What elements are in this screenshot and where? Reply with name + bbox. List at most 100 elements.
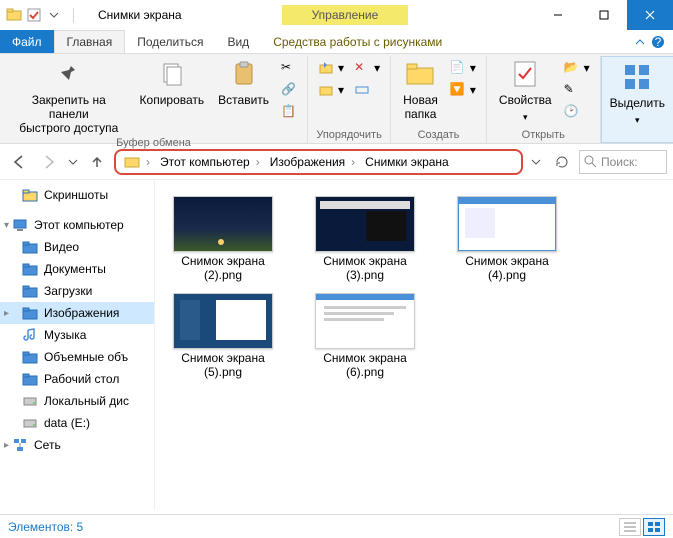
paste-button[interactable]: Вставить — [212, 56, 275, 110]
rename-button[interactable] — [350, 80, 384, 100]
ribbon-tab-picture-tools[interactable]: Средства работы с рисунками — [261, 30, 454, 53]
pin-label: Закрепить на панели быстрого доступа — [12, 94, 126, 135]
sidebar-item-8[interactable]: Рабочий стол — [0, 368, 154, 390]
nav-back-button[interactable] — [6, 149, 32, 175]
paste-shortcut-button[interactable]: 📋 — [277, 102, 301, 122]
expand-icon[interactable]: ▾ — [4, 220, 9, 231]
sidebar-item-0[interactable]: Скриншоты — [0, 184, 154, 206]
chevron-down-icon[interactable] — [46, 7, 62, 23]
sidebar-item-10[interactable]: data (E:) — [0, 412, 154, 434]
view-icons-button[interactable] — [643, 518, 665, 536]
window-title: Снимки экрана — [98, 8, 182, 22]
path-icon: 🔗 — [281, 82, 297, 98]
breadcrumb-root-icon[interactable]: › — [120, 154, 154, 170]
file-thumbnail — [173, 196, 273, 252]
file-name: Снимок экрана (6).png — [323, 351, 407, 380]
sidebar-item-9[interactable]: Локальный дис — [0, 390, 154, 412]
sidebar-item-label: Этот компьютер — [34, 218, 124, 232]
group-create: Новая папка 📄▾ 🔽▾ Создать — [391, 56, 487, 143]
minimize-button[interactable] — [535, 0, 581, 30]
sidebar-item-3[interactable]: Документы — [0, 258, 154, 280]
maximize-button[interactable] — [581, 0, 627, 30]
properties-label: Свойства — [499, 94, 552, 108]
easy-access-button[interactable]: 🔽▾ — [446, 80, 480, 100]
ribbon-tabs: Файл Главная Поделиться Вид Средства раб… — [0, 30, 673, 54]
sidebar: Скриншоты ▾ Этот компьютер ВидеоДокументы За… — [0, 180, 155, 510]
new-item-button[interactable]: 📄▾ — [446, 58, 480, 78]
sidebar-item-2[interactable]: Видео — [0, 236, 154, 258]
history-icon: 🕑 — [564, 104, 580, 120]
sidebar-item-7[interactable]: Объемные объ — [0, 346, 154, 368]
copy-label: Копировать — [140, 94, 205, 108]
close-button[interactable] — [627, 0, 673, 30]
divider-icon: │ — [66, 7, 82, 23]
nav-forward-button[interactable] — [36, 149, 62, 175]
file-thumbnail — [315, 196, 415, 252]
file-name: Снимок экрана (4).png — [465, 254, 549, 283]
group-open-label: Открыть — [522, 129, 565, 143]
quick-access-toolbar: │ — [0, 7, 88, 23]
sidebar-item-4[interactable]: Загрузки — [0, 280, 154, 302]
sidebar-item-label: Музыка — [44, 328, 86, 342]
history-button[interactable]: 🕑 — [560, 102, 594, 122]
refresh-button[interactable] — [549, 149, 575, 175]
file-item-2[interactable]: Снимок экрана (4).png — [447, 196, 567, 283]
new-folder-button[interactable]: Новая папка — [397, 56, 444, 124]
ribbon-tab-home[interactable]: Главная — [54, 30, 126, 53]
expand-icon[interactable]: ▸ — [4, 308, 9, 319]
group-clipboard: Закрепить на панели быстрого доступа Коп… — [0, 56, 308, 143]
address-dropdown-button[interactable] — [527, 149, 545, 175]
pictures-icon — [22, 305, 38, 321]
cut-button[interactable]: ✂ — [277, 58, 301, 78]
sidebar-item-6[interactable]: Музыка — [0, 324, 154, 346]
pin-button[interactable]: Закрепить на панели быстрого доступа — [6, 56, 132, 137]
shortcut-icon: 📋 — [281, 104, 297, 120]
file-item-0[interactable]: Снимок экрана (2).png — [163, 196, 283, 283]
group-create-label: Создать — [418, 129, 460, 143]
delete-button[interactable]: ✕▾ — [350, 58, 384, 78]
copy-to-button[interactable]: ▾ — [314, 80, 348, 100]
new-folder-label: Новая папка — [403, 94, 438, 122]
sidebar-item-5[interactable]: ▸Изображения — [0, 302, 154, 324]
files-grid[interactable]: Снимок экрана (2).png Снимок экрана (3).p… — [155, 180, 673, 510]
ribbon-tab-file[interactable]: Файл — [0, 30, 54, 53]
ribbon-tab-view[interactable]: Вид — [215, 30, 261, 53]
sidebar-item-label: Скриншоты — [44, 188, 108, 202]
properties-button[interactable]: Свойства▾ — [493, 56, 558, 124]
breadcrumb-pc[interactable]: Этот компьютер› — [156, 155, 264, 169]
network-icon — [12, 437, 28, 453]
delete-icon: ✕ — [354, 60, 370, 76]
search-input[interactable]: Поиск: — [579, 150, 667, 174]
folder-icon — [6, 7, 22, 23]
ribbon-collapse[interactable]: ? — [627, 30, 673, 53]
breadcrumb[interactable]: › Этот компьютер› Изображения› Снимки эк… — [114, 149, 523, 175]
select-button[interactable]: Выделить▾ — [604, 59, 671, 127]
copy-button[interactable]: Копировать — [134, 56, 211, 110]
file-item-3[interactable]: Снимок экрана (5).png — [163, 293, 283, 380]
help-icon[interactable]: ? — [651, 35, 665, 49]
file-item-4[interactable]: Снимок экрана (6).png — [305, 293, 425, 380]
view-details-button[interactable] — [619, 518, 641, 536]
sidebar-item-1[interactable]: ▾ Этот компьютер — [0, 214, 154, 236]
sidebar-item-label: data (E:) — [44, 416, 90, 430]
ribbon-tab-share[interactable]: Поделиться — [125, 30, 215, 53]
sidebar-item-label: Загрузки — [44, 284, 92, 298]
move-to-button[interactable]: ▾ — [314, 58, 348, 78]
breadcrumb-current[interactable]: Снимки экрана — [361, 155, 453, 169]
sidebar-item-label: Сеть — [34, 438, 61, 452]
expand-icon[interactable]: ▸ — [4, 440, 9, 451]
open-button[interactable]: 📂▾ — [560, 58, 594, 78]
sidebar-item-11[interactable]: ▸ Сеть — [0, 434, 154, 456]
file-item-1[interactable]: Снимок экрана (3).png — [305, 196, 425, 283]
nav-up-button[interactable] — [84, 149, 110, 175]
edit-button[interactable]: ✎ — [560, 80, 594, 100]
breadcrumb-pictures[interactable]: Изображения› — [266, 155, 359, 169]
copy-icon — [156, 58, 188, 90]
copy-to-icon — [318, 82, 334, 98]
copy-path-button[interactable]: 🔗 — [277, 80, 301, 100]
checkbox-icon[interactable] — [26, 7, 42, 23]
nav-recent-button[interactable] — [66, 149, 80, 175]
address-bar-row: › Этот компьютер› Изображения› Снимки эк… — [0, 144, 673, 180]
select-label: Выделить — [610, 97, 665, 111]
svg-text:?: ? — [655, 35, 662, 49]
